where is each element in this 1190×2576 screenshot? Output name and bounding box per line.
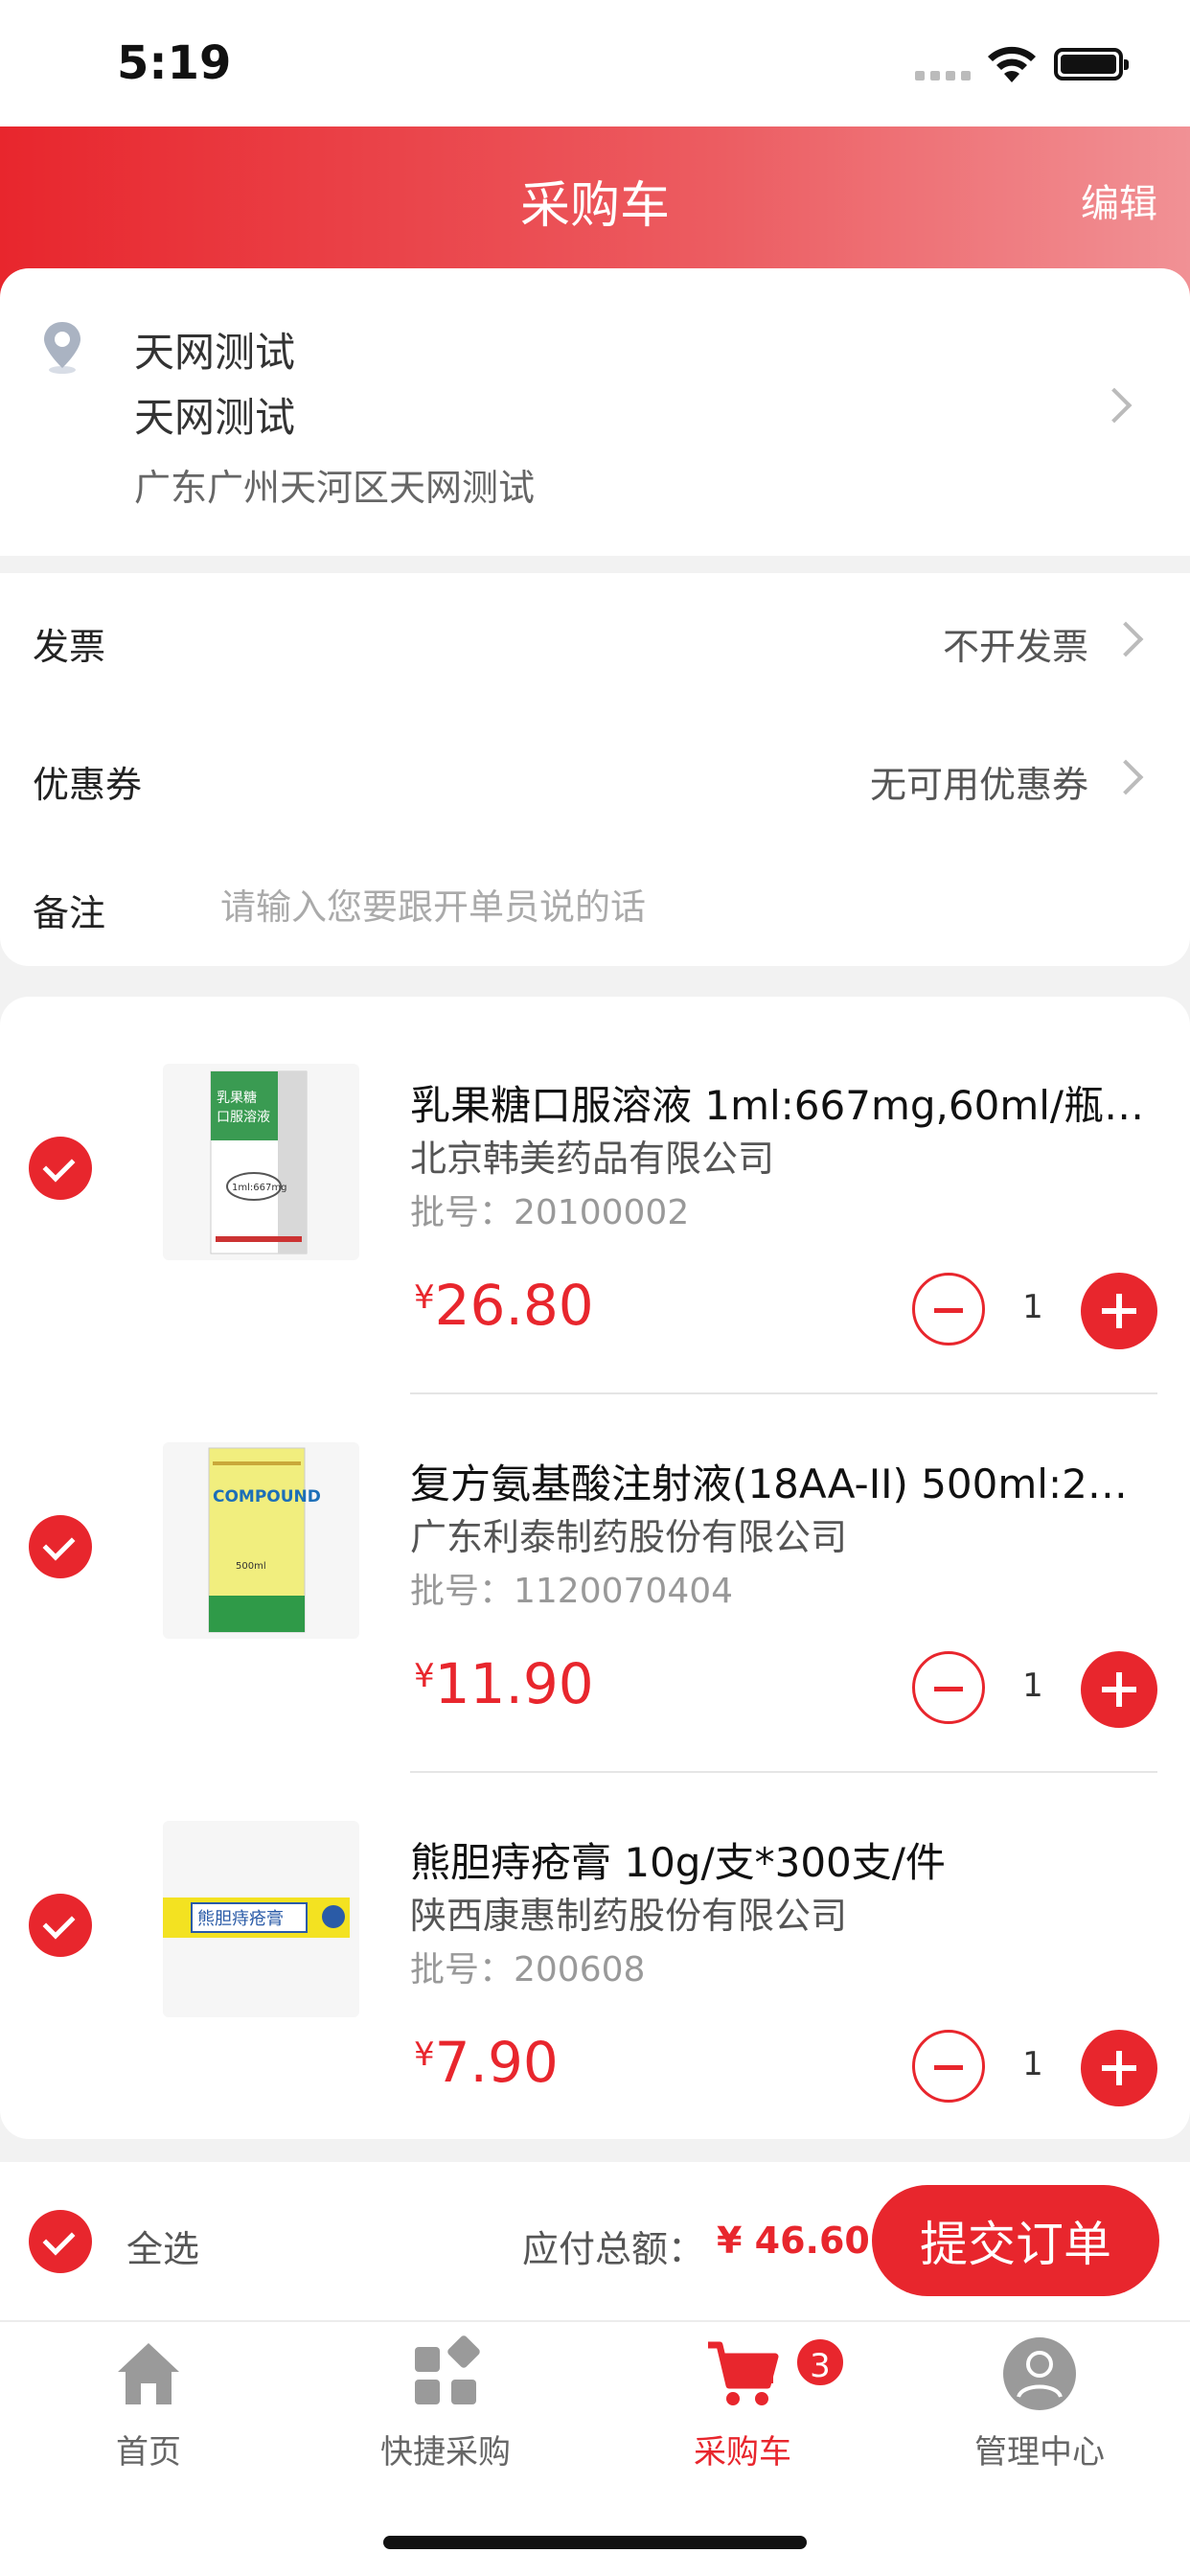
increase-quantity-button[interactable] [1081,2030,1157,2106]
svg-text:乳果糖: 乳果糖 [217,1091,257,1106]
chevron-right-icon [1096,387,1133,424]
product-manufacturer: 广东利泰制药股份有限公司 [410,1516,848,1558]
product-batch: 批号：20100002 [410,1193,690,1232]
product-name[interactable]: 复方氨基酸注射液(18AA-II) 500ml:2… [410,1452,1148,1510]
coupon-value: 无可用优惠券 [869,764,1088,806]
increase-quantity-button[interactable] [1081,1273,1157,1349]
address-name: 天网测试 [134,329,296,376]
select-all-checkbox[interactable] [29,2210,92,2273]
tab-quick-purchase[interactable]: 快捷采购 [297,2322,594,2495]
remark-row: 备注 [0,849,1190,964]
address-contact: 天网测试 [134,394,296,441]
quantity-value[interactable]: 1 [996,2045,1069,2083]
grid-icon [415,2335,480,2404]
status-time: 5:19 [117,36,232,90]
home-indicator [383,2536,807,2549]
product-price: ¥7.90 [414,2030,559,2095]
tab-label: 首页 [116,2433,181,2472]
cart-count-badge: 3 [793,2335,847,2389]
tab-home[interactable]: 首页 [0,2322,297,2495]
invoice-value: 不开发票 [942,626,1088,668]
item-checkbox[interactable] [29,1894,92,1957]
increase-quantity-button[interactable] [1081,1651,1157,1728]
product-manufacturer: 北京韩美药品有限公司 [410,1138,775,1180]
remark-input[interactable] [220,872,1140,941]
address-detail: 广东广州天河区天网测试 [134,467,536,509]
home-icon [118,2343,179,2404]
decrease-quantity-button[interactable] [912,1273,985,1346]
product-price: ¥26.80 [414,1273,594,1338]
decrease-quantity-button[interactable] [912,2030,985,2103]
cart-item: 乳果糖 口服溶液 1ml:667mg 乳果糖口服溶液 1ml:667mg,60m… [0,1016,1190,1394]
product-image: 乳果糖 口服溶液 1ml:667mg [163,1064,359,1260]
svg-text:熊胆痔疮膏: 熊胆痔疮膏 [197,1908,284,1929]
wifi-icon [988,46,1036,82]
svg-text:500ml: 500ml [236,1561,266,1572]
tab-label: 管理中心 [974,2433,1105,2472]
submit-order-button[interactable]: 提交订单 [872,2185,1159,2296]
cart-item: 熊胆痔疮膏 熊胆痔疮膏 10g/支*300支/件 陕西康惠制药股份有限公司 批号… [0,1773,1190,2151]
product-image: COMPOUND 500ml [163,1442,359,1639]
coupon-row[interactable]: 优惠券 无可用优惠券 [0,721,1190,836]
svg-text:COMPOUND: COMPOUND [213,1487,321,1506]
quantity-value[interactable]: 1 [996,1667,1069,1705]
cart-item-list: 乳果糖 口服溶液 1ml:667mg 乳果糖口服溶液 1ml:667mg,60m… [0,997,1190,2139]
signal-icon [915,71,971,80]
chevron-right-icon [1108,621,1144,657]
coupon-label: 优惠券 [33,764,143,806]
checkout-bar: 全选 应付总额： ¥ 46.60 提交订单 [0,2162,1190,2320]
product-batch: 批号：1120070404 [410,1572,734,1611]
item-checkbox[interactable] [29,1515,92,1578]
battery-icon [1054,48,1129,80]
order-options: 发票 不开发票 优惠券 无可用优惠券 备注 [0,573,1190,966]
item-checkbox[interactable] [29,1137,92,1200]
product-price: ¥11.90 [414,1651,594,1716]
page-title: 采购车 [519,177,670,235]
tab-management-center[interactable]: 管理中心 [891,2322,1188,2495]
svg-text:1ml:667mg: 1ml:667mg [232,1183,286,1193]
status-bar: 5:19 [0,0,1190,126]
product-image: 熊胆痔疮膏 [163,1821,359,2017]
cart-icon [708,2341,779,2405]
cart-item: COMPOUND 500ml 复方氨基酸注射液(18AA-II) 500ml:2… [0,1394,1190,1773]
chevron-right-icon [1108,759,1144,795]
svg-text:口服溶液: 口服溶液 [217,1110,270,1125]
invoice-row[interactable]: 发票 不开发票 [0,583,1190,698]
product-name[interactable]: 熊胆痔疮膏 10g/支*300支/件 [410,1830,1148,1889]
address-card[interactable]: 天网测试 天网测试 广东广州天河区天网测试 [0,268,1190,556]
location-pin-icon [44,322,80,374]
tab-label: 采购车 [694,2433,791,2472]
tab-cart[interactable]: 采购车 [594,2322,891,2495]
total-label: 应付总额： [522,2228,705,2270]
select-all-label[interactable]: 全选 [126,2220,199,2272]
tab-label: 快捷采购 [380,2433,511,2472]
product-batch: 批号：200608 [410,1950,646,1990]
decrease-quantity-button[interactable] [912,1651,985,1724]
remark-label: 备注 [33,892,106,934]
product-manufacturer: 陕西康惠制药股份有限公司 [410,1895,848,1937]
product-name[interactable]: 乳果糖口服溶液 1ml:667mg,60ml/瓶… [410,1073,1148,1132]
total-amount: ¥ 46.60 [717,2220,870,2262]
edit-button[interactable]: 编辑 [1081,172,1157,228]
invoice-label: 发票 [33,626,106,668]
user-icon [1003,2337,1076,2410]
quantity-value[interactable]: 1 [996,1288,1069,1326]
